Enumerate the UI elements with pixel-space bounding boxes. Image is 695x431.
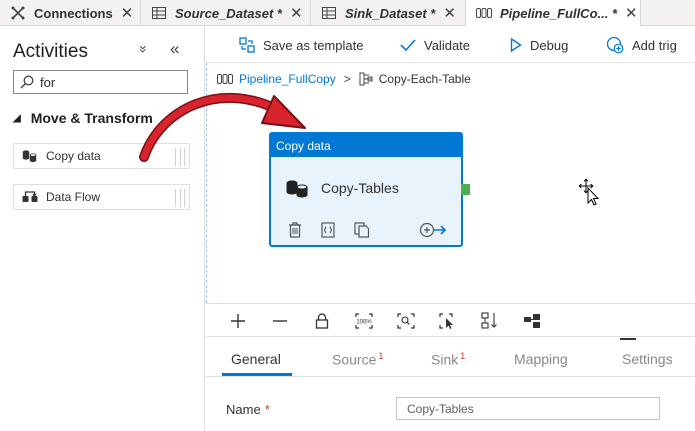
close-icon[interactable]: ✕: [121, 4, 134, 22]
move-cursor-icon: [578, 178, 600, 206]
table-icon: [151, 5, 167, 21]
validate-button[interactable]: Validate: [400, 27, 470, 63]
delete-icon[interactable]: [288, 222, 302, 238]
drag-handle-icon[interactable]: [175, 148, 185, 166]
tab-overflow-marker: [620, 338, 636, 340]
auto-align-icon[interactable]: [480, 312, 500, 330]
search-icon: [20, 75, 34, 89]
activity-data-flow[interactable]: Data Flow: [13, 184, 190, 210]
tab-general[interactable]: General: [231, 351, 281, 367]
svg-text:100%: 100%: [356, 320, 372, 326]
minimap-icon[interactable]: [522, 312, 542, 330]
activity-node-name: Copy-Tables: [321, 180, 399, 196]
connections-icon: [10, 5, 26, 21]
pipeline-icon: [217, 74, 233, 84]
tab-settings[interactable]: Settings: [622, 351, 673, 367]
collapse-all-icon[interactable]: »: [136, 45, 152, 53]
category-label: Move & Transform: [30, 110, 153, 126]
add-output-icon[interactable]: [419, 222, 447, 238]
code-icon[interactable]: [321, 222, 335, 238]
name-label: Name *: [226, 402, 270, 417]
debug-button[interactable]: Debug: [510, 27, 568, 63]
pipeline-icon: [476, 5, 492, 21]
breadcrumb-separator: >: [343, 72, 351, 86]
clone-icon[interactable]: [354, 222, 370, 238]
tab-source-dataset[interactable]: Source_Dataset * ✕: [141, 0, 311, 26]
activity-node-header: Copy data: [271, 134, 461, 157]
debug-label: Debug: [530, 37, 569, 53]
activity-copy-data[interactable]: Copy data: [13, 143, 190, 169]
add-trigger-label: Add trig: [632, 37, 677, 53]
table-icon: [321, 5, 337, 21]
tab-connections[interactable]: Connections ✕: [0, 0, 141, 26]
save-as-template-button[interactable]: Save as template: [239, 27, 363, 63]
activity-search-box[interactable]: [13, 70, 188, 94]
category-move-transform[interactable]: ◢ Move & Transform: [13, 110, 153, 126]
tab-sink-dataset[interactable]: Sink_Dataset * ✕: [311, 0, 466, 26]
validate-label: Validate: [424, 37, 471, 53]
breadcrumb-activity: Copy-Each-Table: [378, 72, 471, 86]
lock-icon[interactable]: [312, 312, 332, 330]
activities-pane: Activities » « ◢ Move & Transform Copy d…: [0, 27, 205, 431]
copy-data-activity-node[interactable]: Copy data Copy-Tables: [269, 132, 470, 247]
tab-sink[interactable]: Sink 1: [431, 351, 465, 368]
breadcrumb-pipeline-link[interactable]: Pipeline_FullCopy: [239, 72, 336, 86]
activity-label: Data Flow: [46, 190, 101, 204]
close-icon[interactable]: ✕: [290, 4, 303, 22]
save-as-template-label: Save as template: [263, 37, 364, 53]
zoom-to-fit-icon[interactable]: [396, 312, 416, 330]
play-icon: [510, 38, 522, 52]
tab-mapping[interactable]: Mapping: [514, 351, 568, 367]
drag-handle-icon[interactable]: [175, 189, 185, 207]
tab-label: Source_Dataset *: [175, 5, 282, 21]
close-icon[interactable]: ✕: [443, 4, 456, 22]
hide-pane-icon[interactable]: «: [170, 39, 179, 59]
add-trigger-icon: [606, 36, 624, 54]
activity-label: Copy data: [46, 149, 101, 163]
collapse-triangle-icon: ◢: [13, 112, 21, 124]
properties-tabs: General Source 1 Sink 1 Mapping Settings: [206, 337, 695, 377]
document-tab-bar: Connections ✕ Source_Dataset * ✕ Sink_Da…: [0, 0, 695, 27]
success-output-port[interactable]: [461, 184, 470, 195]
activity-name-field[interactable]: [396, 397, 660, 420]
tab-label: Sink_Dataset *: [345, 5, 436, 21]
copy-data-icon: [286, 180, 308, 198]
canvas-tools-bar: 100%: [206, 303, 695, 337]
tab-label: Connections: [34, 5, 113, 21]
required-marker: *: [264, 402, 270, 417]
data-flow-icon: [22, 191, 38, 202]
error-count-badge: 1: [460, 351, 466, 361]
error-count-badge: 1: [378, 351, 384, 361]
tab-label: Pipeline_FullCo... *: [500, 5, 618, 21]
activities-title: Activities: [13, 41, 88, 62]
activity-search-input[interactable]: [40, 74, 180, 90]
name-property-row: Name *: [226, 396, 666, 422]
zoom-100-icon[interactable]: 100%: [354, 312, 374, 330]
zoom-in-icon[interactable]: [228, 312, 248, 330]
active-tab-indicator: [222, 373, 292, 376]
tab-pipeline[interactable]: Pipeline_FullCo... * ✕: [466, 0, 641, 27]
checkmark-icon: [400, 39, 416, 52]
pipeline-toolbar: Save as template Validate Debug Add trig: [206, 27, 695, 63]
add-trigger-button[interactable]: Add trig: [606, 27, 677, 63]
zoom-out-icon[interactable]: [270, 312, 290, 330]
template-icon: [239, 37, 255, 53]
close-icon[interactable]: ✕: [625, 4, 638, 22]
breadcrumb: Pipeline_FullCopy > Copy-Each-Table: [217, 72, 471, 86]
tab-source[interactable]: Source 1: [332, 351, 383, 368]
copy-data-icon: [22, 150, 37, 163]
select-icon[interactable]: [438, 312, 458, 330]
foreach-icon: [359, 72, 373, 86]
pipeline-canvas[interactable]: Pipeline_FullCopy > Copy-Each-Table Copy…: [206, 63, 695, 303]
